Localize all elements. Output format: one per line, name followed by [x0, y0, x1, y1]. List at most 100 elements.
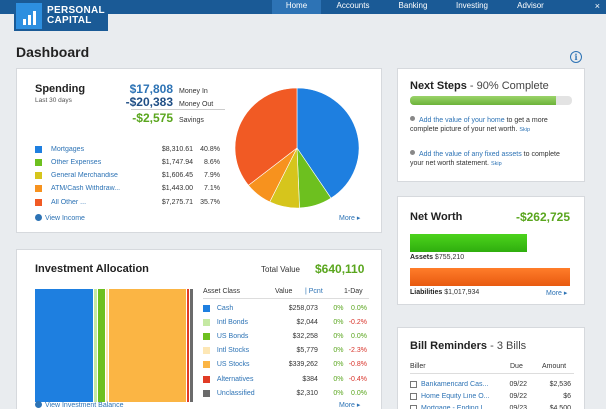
spending-category-row[interactable]: Other Expenses $1,747.94 8.6%: [35, 156, 221, 168]
assets-bar: [410, 234, 527, 252]
bill-paid-checkbox[interactable]: [410, 392, 417, 400]
asset-class-value: $339,262: [288, 361, 318, 369]
logo[interactable]: PERSONAL CAPITAL: [14, 0, 108, 31]
bill-amount: $6: [563, 392, 571, 400]
asset-class-1day: 0.0%: [351, 389, 368, 397]
category-name[interactable]: Other Expenses: [51, 159, 136, 166]
nav-advisor[interactable]: Advisor: [503, 0, 558, 14]
add-fixed-assets-link[interactable]: Add the value of any fixed assets: [419, 151, 522, 158]
investment-allocation-card: Investment Allocation Total Value $640,1…: [16, 249, 382, 409]
skip-home-link[interactable]: Skip: [519, 127, 530, 133]
header-amount: Amount: [542, 363, 567, 370]
view-income-link[interactable]: View Income: [35, 214, 85, 222]
asset-class-name[interactable]: Alternatives: [217, 376, 272, 383]
bill-reminders-title: Bill Reminders - 3 Bills: [410, 340, 527, 352]
bill-row: Bankamericard Cas... 09/22 $2,536: [410, 378, 574, 390]
bill-reminders-card: Bill Reminders - 3 Bills Biller Due Amou…: [397, 327, 585, 409]
investment-row[interactable]: Alternatives $384 0% -0.4%: [203, 372, 367, 386]
allocation-segment-cash[interactable]: [35, 289, 94, 402]
header-1day: 1-Day: [344, 288, 363, 295]
asset-class-pcnt: 0%: [333, 375, 344, 383]
asset-class-name[interactable]: Cash: [217, 305, 272, 312]
allocation-segment-us-bonds[interactable]: [97, 289, 105, 402]
savings-label: Savings: [179, 117, 204, 124]
asset-class-swatch: [203, 389, 210, 397]
refresh-icon: [35, 401, 42, 408]
category-name[interactable]: Mortgages: [51, 146, 136, 153]
spending-category-row[interactable]: General Merchandise $1,606.45 7.9%: [35, 170, 221, 182]
allocation-segment-us-stocks[interactable]: [109, 289, 186, 402]
category-percent: 7.9%: [204, 172, 220, 180]
asset-class-name[interactable]: Intl Bonds: [217, 319, 272, 326]
assets-label: Assets $755,210: [410, 254, 465, 261]
net-worth-title: Net Worth: [410, 211, 463, 223]
investment-row[interactable]: Cash $258,073 0% 0.0%: [203, 301, 367, 315]
allocation-segment-intl-bonds[interactable]: [94, 289, 97, 402]
nav-home[interactable]: Home: [272, 0, 321, 14]
category-swatch: [35, 145, 42, 153]
investment-title: Investment Allocation: [35, 263, 149, 275]
page-title: Dashboard: [16, 44, 90, 60]
spending-category-row[interactable]: All Other ... $7,275.71 35.7%: [35, 196, 221, 208]
spending-category-row[interactable]: Mortgages $8,310.61 40.8%: [35, 143, 221, 155]
asset-class-value: $32,258: [292, 332, 318, 340]
skip-fixed-assets-link[interactable]: Skip: [491, 161, 502, 167]
nav-banking[interactable]: Banking: [385, 0, 441, 14]
spending-card: Spending Last 30 days $17,808 Money In -…: [16, 68, 382, 233]
close-icon[interactable]: ×: [595, 0, 600, 12]
biller-name[interactable]: Bankamericard Cas...: [421, 381, 499, 388]
asset-class-name[interactable]: Intl Stocks: [217, 347, 272, 354]
asset-class-1day: -2.3%: [348, 347, 368, 355]
spending-more-link[interactable]: More ▸: [339, 214, 360, 222]
add-home-value-link[interactable]: Add the value of your home: [419, 117, 505, 124]
asset-class-swatch: [203, 304, 210, 312]
next-steps-progress: [410, 96, 572, 105]
category-percent: 8.6%: [204, 158, 220, 166]
allocation-segment-alternatives[interactable]: [186, 289, 190, 402]
bill-amount: $2,536: [549, 380, 571, 388]
allocation-segment-intl-stocks[interactable]: [105, 289, 109, 402]
asset-class-name[interactable]: US Bonds: [217, 333, 272, 340]
spending-period: Last 30 days: [35, 97, 72, 104]
net-worth-value: -$262,725: [515, 210, 570, 224]
biller-name[interactable]: Mortgage - Ending I...: [421, 405, 499, 409]
investment-row[interactable]: US Bonds $32,258 0% 0.0%: [203, 329, 367, 343]
next-steps-card: Next Steps - 90% Complete Add the value …: [397, 68, 585, 182]
bill-paid-checkbox[interactable]: [410, 404, 417, 409]
investment-row[interactable]: Intl Bonds $2,044 0% -0.2%: [203, 315, 367, 329]
info-icon[interactable]: i: [570, 51, 582, 63]
category-name[interactable]: All Other ...: [51, 199, 136, 206]
header-pcnt[interactable]: | Pcnt: [305, 288, 323, 295]
nav-investing[interactable]: Investing: [441, 0, 503, 14]
savings-value: -$2,575: [132, 111, 173, 125]
category-amount: $7,275.71: [161, 198, 193, 206]
spending-title: Spending: [35, 83, 86, 95]
spending-category-row[interactable]: ATM/Cash Withdraw... $1,443.00 7.1%: [35, 183, 221, 195]
logo-text: PERSONAL CAPITAL: [47, 4, 105, 26]
allocation-segment-unclassified[interactable]: [190, 289, 193, 402]
category-name[interactable]: ATM/Cash Withdraw...: [51, 185, 136, 192]
asset-class-1day: -0.2%: [348, 318, 368, 326]
view-investment-balance-link[interactable]: View Investment Balance: [35, 401, 123, 409]
category-name[interactable]: General Merchandise: [51, 172, 136, 179]
bill-paid-checkbox[interactable]: [410, 380, 417, 388]
asset-class-name[interactable]: Unclassified: [217, 390, 272, 397]
nav-accounts[interactable]: Accounts: [321, 0, 385, 14]
header-asset-class: Asset Class: [203, 288, 240, 295]
asset-class-value: $2,310: [296, 389, 318, 397]
investment-row[interactable]: Intl Stocks $5,779 0% -2.3%: [203, 344, 367, 358]
net-worth-more-link[interactable]: More ▸: [546, 289, 567, 297]
category-amount: $8,310.61: [161, 145, 193, 153]
bill-row: Mortgage - Ending I... 09/23 $4,500: [410, 402, 574, 409]
biller-name[interactable]: Home Equity Line O...: [421, 393, 499, 400]
next-steps-progress-fill: [410, 96, 556, 105]
investment-more-link[interactable]: More ▸: [339, 401, 360, 409]
main-nav: Home Accounts Banking Investing Advisor: [272, 0, 558, 14]
investment-row[interactable]: US Stocks $339,262 0% -0.8%: [203, 358, 367, 372]
savings-row: -$2,575 Savings: [113, 111, 204, 125]
allocation-bar-chart: [35, 289, 194, 402]
investment-row[interactable]: Unclassified $2,310 0% 0.0%: [203, 386, 367, 400]
bill-due-date: 09/22: [509, 392, 527, 400]
asset-class-name[interactable]: US Stocks: [217, 361, 272, 368]
asset-class-swatch: [203, 332, 210, 340]
